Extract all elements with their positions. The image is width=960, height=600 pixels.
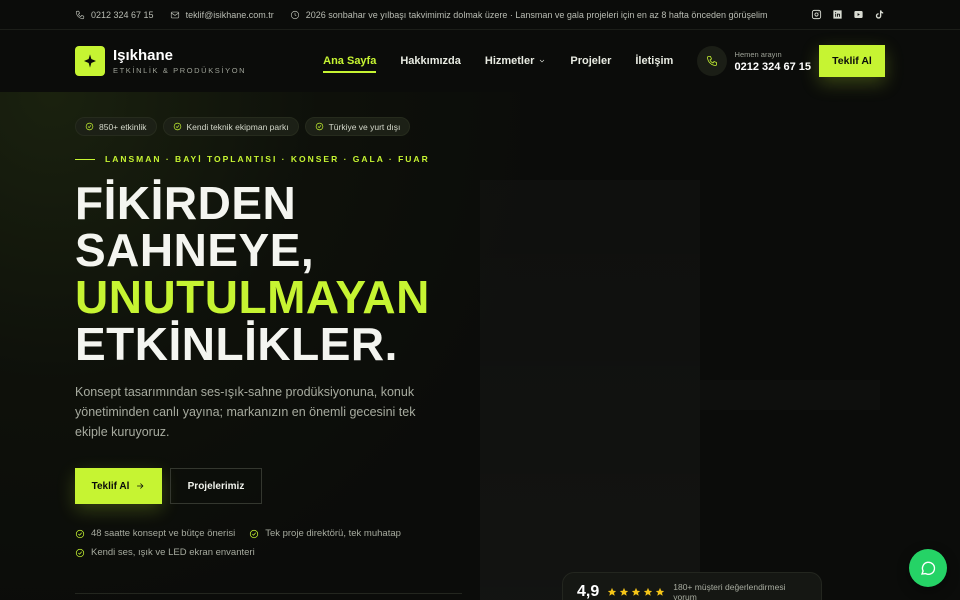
phone-icon <box>706 56 717 66</box>
star-icon <box>632 587 641 596</box>
kicker-text: LANSMAN · BAYİ TOPLANTISI · KONSER · GAL… <box>105 154 430 164</box>
hero-description: Konsept tasarımından ses-ışık-sahne prod… <box>75 385 416 439</box>
hero-features: 48 saatte konsept ve bütçe önerisi Tek p… <box>75 528 401 566</box>
check-circle-icon <box>75 529 85 538</box>
main-nav: Ana Sayfa Hakkımızda Hizmetler Projeler … <box>323 49 673 73</box>
topbar-notice-text: 2026 sonbahar ve yılbaşı takvimimiz dolm… <box>305 9 768 20</box>
tiktok-icon[interactable] <box>874 9 885 20</box>
call-block[interactable]: Hemen arayın 0212 324 67 15 <box>696 46 811 76</box>
check-circle-icon <box>173 122 181 131</box>
star-icon <box>608 587 617 596</box>
check-circle-icon <box>250 529 259 538</box>
check-circle-icon <box>75 548 85 557</box>
rating-text: 180+ müşteri değerlendirmesi yorum <box>673 582 786 600</box>
headline-line-2: SAHNEYE, <box>75 224 315 276</box>
nav-home[interactable]: Ana Sayfa <box>323 49 377 73</box>
topbar-phone-text: 0212 324 67 15 <box>91 9 154 20</box>
headline-line-1: FİKİRDEN <box>75 177 297 229</box>
badge-equipment: Kendi teknik ekipman parkı <box>162 117 299 136</box>
badge-events: 850+ etkinlik <box>75 117 157 136</box>
headline-line-3-accent: UNUTULMAYAN <box>75 271 430 323</box>
feature-item: Tek proje direktörü, tek muhatap <box>249 528 401 539</box>
spark-icon <box>84 54 96 68</box>
rating-score: 4,9 <box>577 583 600 600</box>
hero-image-placeholder <box>480 180 700 600</box>
nav-projects[interactable]: Projeler <box>570 49 611 73</box>
call-label: Hemen arayın <box>734 49 782 59</box>
logo[interactable] <box>75 46 105 76</box>
top-bar: 0212 324 67 15 teklif@isikhane.com.tr 20… <box>0 0 960 30</box>
hero-badges: 850+ etkinlik Kendi teknik ekipman parkı… <box>75 117 411 136</box>
topbar-notice: 2026 sonbahar ve yılbaşı takvimimiz dolm… <box>290 9 768 20</box>
phone-icon <box>75 10 85 19</box>
topbar-phone[interactable]: 0212 324 67 15 <box>75 10 154 20</box>
mail-icon <box>170 11 179 18</box>
instagram-icon[interactable] <box>811 9 822 20</box>
hero-headline: FİKİRDEN SAHNEYE, UNUTULMAYAN ETKİNLİKLE… <box>75 180 430 368</box>
feature-item: Kendi ses, ışık ve LED ekran envanteri <box>75 547 255 558</box>
clock-icon <box>290 10 299 19</box>
brand-name: Işıkhane <box>113 46 174 64</box>
call-icon-circle <box>696 46 727 76</box>
linkedin-icon[interactable] <box>832 9 843 20</box>
brand[interactable]: Işıkhane ETKİNLİK & PRODÜKSİYON <box>113 46 247 75</box>
youtube-icon[interactable] <box>853 9 864 20</box>
badge-regions: Türkiye ve yurt dışı <box>304 117 411 136</box>
chat-button[interactable] <box>909 549 947 587</box>
star-icon <box>644 587 653 596</box>
rating-card: 4,9 180+ müşteri değerlendirmesi yorum <box>562 572 822 600</box>
star-icon <box>656 587 665 596</box>
feature-item: 48 saatte konsept ve bütçe önerisi <box>75 528 235 539</box>
hero-image-placeholder-secondary <box>700 380 880 410</box>
topbar-email[interactable]: teklif@isikhane.com.tr <box>170 10 274 20</box>
kicker-line <box>75 158 95 160</box>
star-icon <box>620 587 629 596</box>
chevron-down-icon <box>540 59 545 63</box>
hero-quote-button[interactable]: Teklif Al <box>75 468 162 504</box>
main-header: Işıkhane ETKİNLİK & PRODÜKSİYON Ana Sayf… <box>0 30 960 92</box>
header-quote-button[interactable]: Teklif Al <box>819 45 885 77</box>
check-circle-icon <box>85 122 94 131</box>
nav-about[interactable]: Hakkımızda <box>400 49 461 73</box>
topbar-email-text: teklif@isikhane.com.tr <box>185 9 274 20</box>
check-circle-icon <box>315 122 323 131</box>
hero-buttons: Teklif Al Projelerimiz <box>75 468 262 504</box>
call-number: 0212 324 67 15 <box>734 60 811 73</box>
headline-line-4: ETKİNLİKLER. <box>75 318 398 370</box>
rating-stars <box>607 587 665 597</box>
nav-services[interactable]: Hizmetler <box>485 49 547 73</box>
chat-bubble-icon <box>920 561 936 575</box>
social-links <box>811 9 885 20</box>
brand-subtitle: ETKİNLİK & PRODÜKSİYON <box>113 65 247 75</box>
call-text: Hemen arayın 0212 324 67 15 <box>735 50 811 73</box>
nav-contact[interactable]: İletişim <box>635 49 673 73</box>
arrow-right-icon <box>137 483 144 489</box>
hero-kicker: LANSMAN · BAYİ TOPLANTISI · KONSER · GAL… <box>75 154 430 164</box>
hero-divider <box>75 593 462 594</box>
hero-projects-button[interactable]: Projelerimiz <box>170 468 262 504</box>
